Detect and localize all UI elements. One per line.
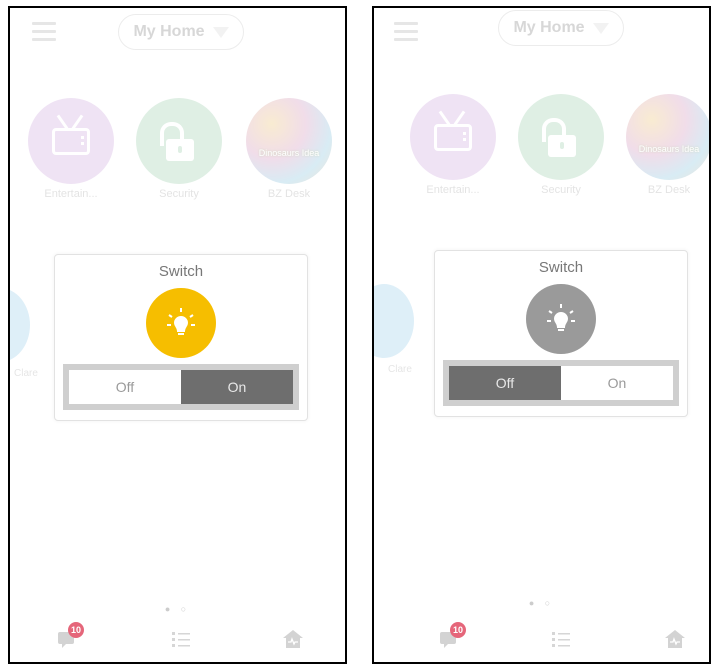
off-button[interactable]: Off (449, 366, 561, 400)
home-title: My Home (513, 19, 585, 36)
home-activity-icon[interactable] (282, 628, 304, 655)
notification-badge: 10 (450, 622, 466, 638)
tile-entertainment[interactable]: Entertain... (410, 94, 496, 196)
tile-clare-circle[interactable] (10, 288, 30, 362)
photo-text: Dinosaurs Idea (638, 144, 700, 154)
dropdown-triangle-icon (212, 26, 229, 38)
list-icon[interactable] (170, 628, 192, 655)
bottom-navigation: 10 (10, 620, 345, 662)
switch-dialog: Switch Off On (54, 254, 308, 421)
messages-icon[interactable]: 10 (438, 622, 466, 655)
unlocked-padlock-icon (136, 98, 222, 184)
page-indicator: ● ○ (164, 604, 191, 614)
tv-icon (28, 98, 114, 184)
home-title: My Home (133, 23, 205, 40)
on-button[interactable]: On (181, 370, 293, 404)
tile-security[interactable]: Security (136, 98, 222, 200)
tile-label: BZ Desk (267, 188, 311, 200)
on-button[interactable]: On (561, 366, 673, 400)
tile-label: Clare (14, 368, 38, 379)
hamburger-menu-icon[interactable] (32, 22, 56, 42)
photo-text: Dinosaurs Idea (258, 148, 320, 158)
on-off-segmented-control: Off On (63, 364, 299, 410)
tile-entertainment[interactable]: Entertain... (28, 98, 114, 200)
on-off-segmented-control: Off On (443, 360, 679, 406)
tile-bz-desk[interactable]: Dinosaurs Idea BZ Desk (246, 98, 332, 200)
hamburger-menu-icon[interactable] (394, 22, 418, 42)
photo-thumbnail: Dinosaurs Idea (246, 98, 332, 184)
tile-label: BZ Desk (647, 184, 691, 196)
light-bulb-icon[interactable] (146, 288, 216, 358)
tile-security[interactable]: Security (518, 94, 604, 196)
home-selector[interactable]: My Home (118, 14, 244, 50)
messages-icon[interactable]: 10 (56, 622, 84, 655)
tile-clare-circle[interactable] (374, 284, 414, 358)
notification-badge: 10 (68, 622, 84, 638)
tile-label: Clare (388, 364, 412, 375)
bottom-navigation: 10 (374, 620, 709, 662)
dropdown-triangle-icon (592, 22, 609, 34)
list-icon[interactable] (550, 628, 572, 655)
page-indicator: ● ○ (528, 598, 555, 608)
off-button[interactable]: Off (69, 370, 181, 404)
tile-label: Entertain... (426, 184, 480, 196)
home-selector[interactable]: My Home (498, 10, 624, 46)
dialog-title: Switch (538, 259, 584, 276)
tile-label: Security (541, 184, 581, 196)
tile-label: Security (159, 188, 199, 200)
phone-screen-switch-on: My Home Entertain... Security Dinosaurs … (8, 6, 347, 664)
tv-icon (410, 94, 496, 180)
tile-bz-desk[interactable]: Dinosaurs Idea BZ Desk (626, 94, 709, 196)
light-bulb-icon[interactable] (526, 284, 596, 354)
dialog-title: Switch (158, 263, 204, 280)
tile-label: Entertain... (44, 188, 98, 200)
home-activity-icon[interactable] (664, 628, 686, 655)
photo-thumbnail: Dinosaurs Idea (626, 94, 709, 180)
switch-dialog: Switch Off On (434, 250, 688, 417)
phone-screen-switch-off: My Home Entertain... Security Dinosaurs … (372, 6, 711, 664)
unlocked-padlock-icon (518, 94, 604, 180)
